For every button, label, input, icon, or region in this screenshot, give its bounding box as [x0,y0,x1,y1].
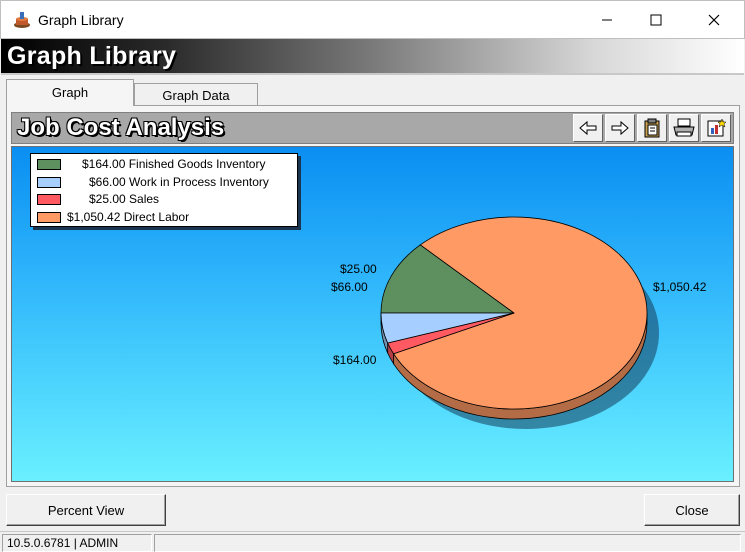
arrow-right-icon [611,120,629,136]
close-label: Close [675,502,709,518]
chart-plot-area: $164.00 Finished Goods Inventory $66.00 … [11,146,734,482]
percent-view-button[interactable]: Percent View [6,494,166,526]
maximize-icon [650,14,662,26]
copy-button[interactable] [637,114,667,142]
minimize-button[interactable] [584,1,630,39]
window-title: Graph Library [38,12,124,28]
close-icon [708,14,720,26]
legend-item: $25.00 Sales [37,192,297,207]
legend-label: $164.00 Finished Goods Inventory [82,157,266,171]
tab-graph[interactable]: Graph [6,79,134,106]
legend-swatch [37,159,61,170]
previous-button[interactable] [573,114,603,142]
status-bar: 10.5.0.6781 | ADMIN [0,531,745,552]
tab-graph-data[interactable]: Graph Data [134,83,258,105]
close-window-button[interactable] [691,1,737,39]
print-button[interactable] [669,114,699,142]
maximize-button[interactable] [633,1,679,39]
legend-swatch [37,212,61,223]
close-button[interactable]: Close [644,494,740,526]
chart-header: Job Cost Analysis [11,112,734,144]
legend-swatch [37,177,61,188]
data-label-wip: $66.00 [331,280,368,294]
header-banner: Graph Library [1,39,744,75]
legend-item: $164.00 Finished Goods Inventory [37,157,297,172]
legend-swatch [37,194,61,205]
data-label-finished-goods: $164.00 [333,353,377,367]
legend-label: $1,050.42 Direct Labor [67,210,190,224]
copy-clipboard-icon [644,118,660,138]
arrow-left-icon [579,120,597,136]
chart-title: Job Cost Analysis [17,114,225,141]
page-title: Graph Library [7,42,177,70]
legend-item: $1,050.42 Direct Labor [37,210,297,225]
legend-item: $66.00 Work in Process Inventory [37,175,297,190]
data-label-sales: $25.00 [340,262,377,276]
data-label-direct-labor: $1,050.42 [653,280,707,294]
print-icon [673,118,695,137]
legend-label: $66.00 Work in Process Inventory [89,175,269,189]
minimize-icon [602,19,612,21]
status-version: 10.5.0.6781 | ADMIN [2,534,152,552]
status-empty [154,534,741,552]
ink-stamp-icon [13,11,31,29]
window-titlebar: Graph Library [0,0,745,39]
percent-view-label: Percent View [47,502,125,518]
next-button[interactable] [605,114,635,142]
chart-wizard-icon [707,118,726,137]
chart-wizard-button[interactable] [701,114,731,142]
chart-legend: $164.00 Finished Goods Inventory $66.00 … [30,153,298,227]
legend-label: $25.00 Sales [89,192,160,206]
